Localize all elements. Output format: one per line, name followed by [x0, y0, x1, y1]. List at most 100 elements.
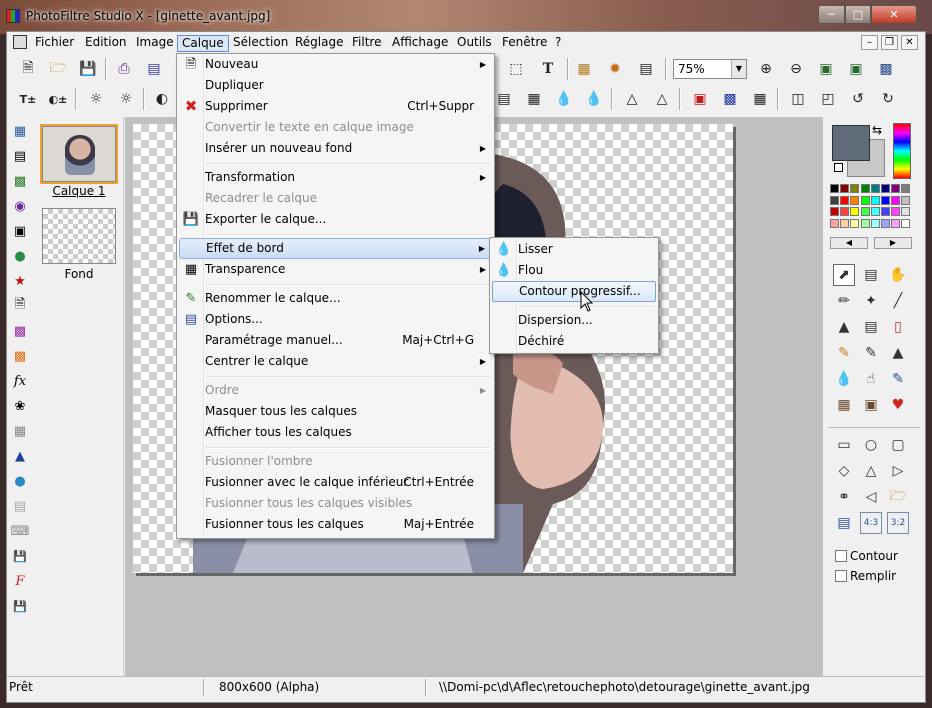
smudge-icon[interactable]: ☝ [860, 368, 882, 390]
menu-item-flou[interactable]: 💧 Flou [492, 260, 656, 281]
spray-icon[interactable]: ▤ [860, 316, 882, 338]
menu-item-dispersion[interactable]: Dispersion... [492, 310, 656, 331]
rgb-icon[interactable]: ▣ [689, 88, 711, 110]
ratio-3-2-button[interactable]: 3:2 [887, 512, 909, 534]
menu-item-supprimer[interactable]: ✖ Supprimer Ctrl+Suppr [179, 96, 492, 117]
stamp-icon[interactable]: ▲ [887, 342, 909, 364]
sphere-icon[interactable]: ◉ [10, 196, 30, 216]
mdi-close-button[interactable]: ✕ [901, 35, 918, 50]
ratio-4-3-button[interactable]: 4:3 [860, 512, 882, 534]
menu-fenetre[interactable]: Fenêtre [498, 35, 551, 52]
line-icon[interactable]: ╱ [887, 290, 909, 312]
palette-swatch[interactable] [830, 195, 839, 205]
eyedropper-icon[interactable]: ✏ [833, 290, 855, 312]
document-icon[interactable]: 🗎 [10, 296, 30, 316]
palette-swatch[interactable] [840, 218, 850, 228]
palette-swatch[interactable] [850, 218, 860, 228]
selection-icon[interactable]: ⬚ [505, 58, 527, 80]
texture-icon[interactable]: ❀ [10, 396, 30, 416]
drops-icon[interactable]: 💧 [583, 88, 605, 110]
menu-item-inserer-fond[interactable]: Insérer un nouveau fond ▶ [179, 138, 492, 159]
rectangle-shape-icon[interactable]: ▭ [833, 434, 855, 456]
fit-window-icon[interactable]: ▣ [815, 58, 837, 80]
mosaic-icon[interactable]: ▦ [10, 421, 30, 441]
rounded-rectangle-icon[interactable]: ▢ [887, 434, 909, 456]
menu-item-options[interactable]: ▤ Options... [179, 309, 492, 330]
palette-swatch[interactable] [891, 207, 901, 216]
globe-icon[interactable]: ● [10, 246, 30, 266]
document-icon[interactable] [13, 35, 27, 49]
automation-icon[interactable]: ✹ [604, 58, 626, 80]
reset-colors-icon[interactable] [834, 163, 843, 172]
app-icon[interactable] [6, 9, 20, 23]
explorer-icon[interactable]: ▦ [573, 58, 595, 80]
palette-swatch[interactable] [840, 184, 850, 193]
palette-swatch[interactable] [881, 207, 890, 216]
menu-item-centrer[interactable]: Centrer le calque ▶ [179, 351, 492, 372]
menu-item-exporter[interactable]: 💾 Exporter le calque... [179, 209, 492, 230]
layer-thumbnail-calque-1[interactable] [40, 124, 118, 184]
menu-item-contour-progressif[interactable]: Contour progressif... [492, 281, 656, 302]
palette-swatch[interactable] [860, 195, 870, 205]
layer-name-calque-1[interactable]: Calque 1 [34, 184, 124, 198]
drop-icon[interactable]: 💧 [553, 88, 575, 110]
menu-fichier[interactable]: Fichier [31, 35, 78, 52]
fullscreen-icon[interactable]: ▩ [875, 58, 897, 80]
selection-options-icon[interactable]: ▤ [833, 512, 855, 534]
menu-item-lisser[interactable]: 💧 Lisser [492, 239, 656, 260]
menu-filtre[interactable]: Filtre [348, 35, 385, 52]
palette-swatch[interactable] [840, 207, 850, 216]
new-file-icon[interactable]: 🗎 [17, 58, 39, 80]
palette-swatch[interactable] [870, 218, 880, 228]
menu-item-fusionner-visibles[interactable]: Fusionner tous les calques visibles [179, 493, 492, 514]
contour-checkbox[interactable] [835, 550, 847, 562]
swap-colors-icon[interactable]: ⇆ [872, 123, 882, 137]
maximize-button[interactable]: □ [845, 5, 871, 24]
palette-swatch[interactable] [881, 195, 890, 205]
auto-level-icon[interactable]: ◐± [47, 88, 69, 110]
camera-icon[interactable]: ▣ [10, 221, 30, 241]
eraser-icon[interactable]: ▯ [887, 316, 909, 338]
menu-item-recadrer[interactable]: Recadrer le calque [179, 188, 492, 209]
sharpen-icon[interactable]: △ [621, 88, 643, 110]
strawberry-icon[interactable]: ♥ [887, 394, 909, 416]
menu-help[interactable]: ? [551, 35, 565, 52]
save-2000-icon[interactable]: 💾 [10, 546, 30, 566]
menu-item-afficher-tous[interactable]: Afficher tous les calques [179, 422, 492, 443]
palette-swatch[interactable] [901, 195, 911, 205]
pointer-icon[interactable]: ⬈ [833, 264, 855, 286]
palette-swatch[interactable] [840, 195, 850, 205]
palette-swatch[interactable] [891, 218, 901, 228]
palette-swatch[interactable] [901, 184, 911, 193]
palette-swatch[interactable] [830, 184, 839, 193]
menu-selection[interactable]: Sélection [229, 35, 292, 52]
actual-size-icon[interactable]: ▣ [845, 58, 867, 80]
palette-swatch[interactable] [860, 184, 870, 193]
menu-outils[interactable]: Outils [453, 35, 496, 52]
color-balance-icon[interactable]: ▦ [523, 88, 545, 110]
zoom-select[interactable]: 75% ▼ [673, 59, 747, 79]
rotate-right-icon[interactable]: ↻ [877, 88, 899, 110]
display-icon[interactable]: ▩ [10, 171, 30, 191]
palette-swatch[interactable] [891, 195, 901, 205]
palette-swatch[interactable] [901, 218, 911, 228]
menu-item-transparence[interactable]: ▦ Transparence ▶ [179, 259, 492, 280]
clone-icon[interactable]: ✎ [887, 368, 909, 390]
palette-swatch[interactable] [850, 195, 860, 205]
color-spectrum[interactable] [893, 123, 911, 179]
menu-item-ordre[interactable]: Ordre ▶ [179, 380, 492, 401]
pattern-icon[interactable]: ▩ [10, 321, 30, 341]
sharpen-more-icon[interactable]: △ [651, 88, 673, 110]
brightness-minus-icon[interactable]: ☼ [85, 88, 107, 110]
menu-item-masquer-tous[interactable]: Masquer tous les calques [179, 401, 492, 422]
minimize-button[interactable]: ─ [818, 5, 845, 24]
mdi-restore-button[interactable]: ❐ [881, 35, 898, 50]
palette-swatch[interactable] [891, 184, 901, 193]
lasso-icon[interactable]: ⚭ [833, 486, 855, 508]
menu-affichage[interactable]: Affichage [388, 35, 452, 52]
zoom-in-icon[interactable]: ⊕ [755, 58, 777, 80]
palette-swatch[interactable] [830, 207, 839, 216]
mirror-icon[interactable]: ▤ [493, 88, 515, 110]
menu-item-fusionner-ombre[interactable]: Fusionner l'ombre [179, 451, 492, 472]
palette-swatch[interactable] [870, 195, 880, 205]
